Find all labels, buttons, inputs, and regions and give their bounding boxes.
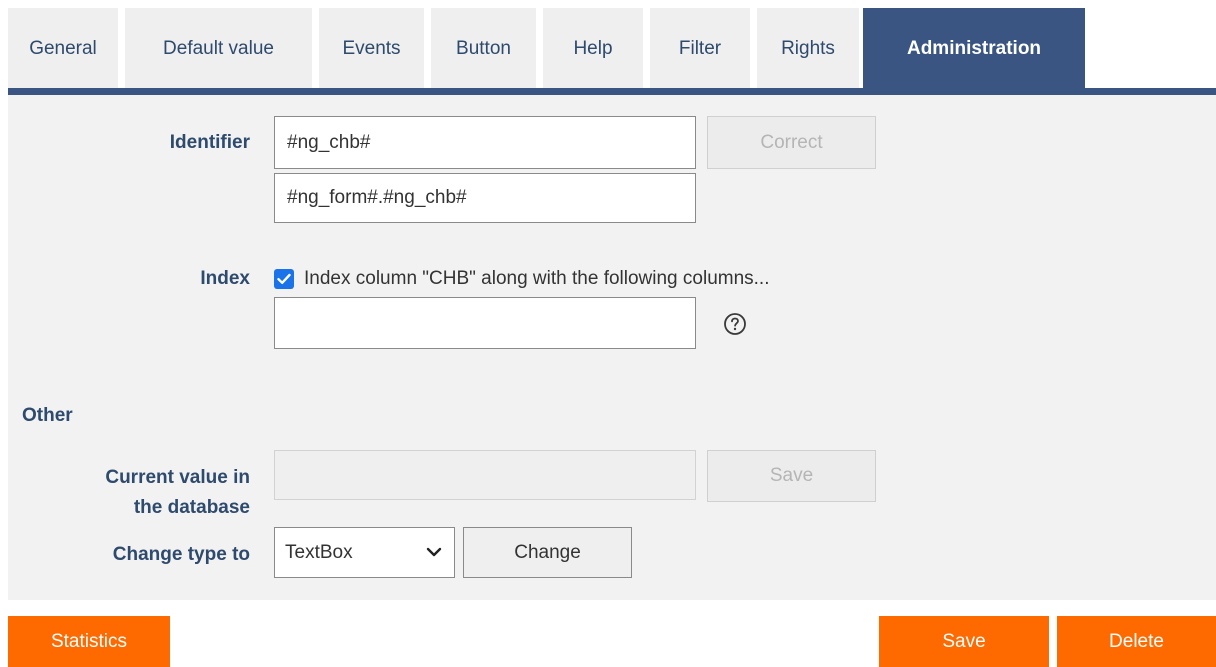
identifier-label: Identifier xyxy=(169,132,250,153)
tab-underline xyxy=(8,88,1216,95)
current-value-label-line2: the database xyxy=(133,497,250,518)
correct-button[interactable]: Correct xyxy=(707,116,876,169)
index-checkbox[interactable] xyxy=(274,269,294,289)
tab-rights[interactable]: Rights xyxy=(757,8,859,89)
tab-default-value[interactable]: Default value xyxy=(125,8,312,89)
question-circle-icon[interactable] xyxy=(723,312,747,341)
current-value-input[interactable] xyxy=(274,450,696,500)
delete-button[interactable]: Delete xyxy=(1057,616,1216,667)
full-identifier-input[interactable]: #ng_form#.#ng_chb# xyxy=(274,173,696,223)
index-checkbox-label: Index column "CHB" along with the follow… xyxy=(304,268,770,289)
change-type-button[interactable]: Change xyxy=(463,527,632,578)
checkmark-icon xyxy=(277,273,291,284)
save-current-value-button[interactable]: Save xyxy=(707,450,876,502)
tab-events[interactable]: Events xyxy=(319,8,424,89)
change-type-value: TextBox xyxy=(285,541,353,563)
statistics-button[interactable]: Statistics xyxy=(8,616,170,667)
tab-administration[interactable]: Administration xyxy=(863,8,1085,89)
change-type-label: Change type to xyxy=(112,544,250,565)
other-section-title: Other xyxy=(22,405,73,426)
change-type-select[interactable]: TextBox xyxy=(274,527,455,578)
tab-help[interactable]: Help xyxy=(543,8,643,89)
tab-button[interactable]: Button xyxy=(431,8,536,89)
tab-general[interactable]: General xyxy=(8,8,118,89)
current-value-label-line1: Current value in xyxy=(105,467,250,488)
chevron-down-icon xyxy=(426,547,442,557)
save-button[interactable]: Save xyxy=(879,616,1049,667)
identifier-input[interactable]: #ng_chb# xyxy=(274,116,696,169)
index-columns-input[interactable] xyxy=(274,297,696,349)
index-label: Index xyxy=(200,268,250,289)
tab-filter[interactable]: Filter xyxy=(650,8,750,89)
